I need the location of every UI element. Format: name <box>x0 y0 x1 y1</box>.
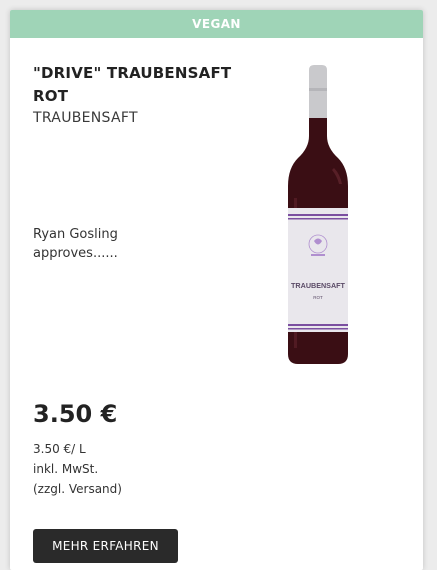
more-info-button[interactable]: MEHR ERFAHREN <box>33 529 178 563</box>
product-card[interactable]: VEGAN "DRIVE" TRAUBENSAFT ROT TRAUBENSAF… <box>10 10 423 570</box>
shipping-note: (zzgl. Versand) <box>33 482 122 496</box>
tax-note: inkl. MwSt. <box>33 462 99 476</box>
product-description: Ryan Gosling approves...... <box>33 227 118 261</box>
wine-bottle-icon: TRAUBENSAFT ROT <box>288 65 348 364</box>
unit-price: 3.50 €/ L <box>33 442 86 456</box>
product-image[interactable]: TRAUBENSAFT ROT <box>278 58 358 370</box>
price-details: 3.50 €/ L inkl. MwSt. (zzgl. Versand) <box>33 439 122 499</box>
product-category: TRAUBENSAFT <box>33 110 138 126</box>
bottle-label-main: TRAUBENSAFT <box>291 281 346 290</box>
product-title[interactable]: "DRIVE" TRAUBENSAFT ROT <box>33 62 263 108</box>
vegan-badge: VEGAN <box>10 10 423 38</box>
product-price: 3.50 € <box>33 400 118 428</box>
bottle-label-sub: ROT <box>313 295 323 300</box>
